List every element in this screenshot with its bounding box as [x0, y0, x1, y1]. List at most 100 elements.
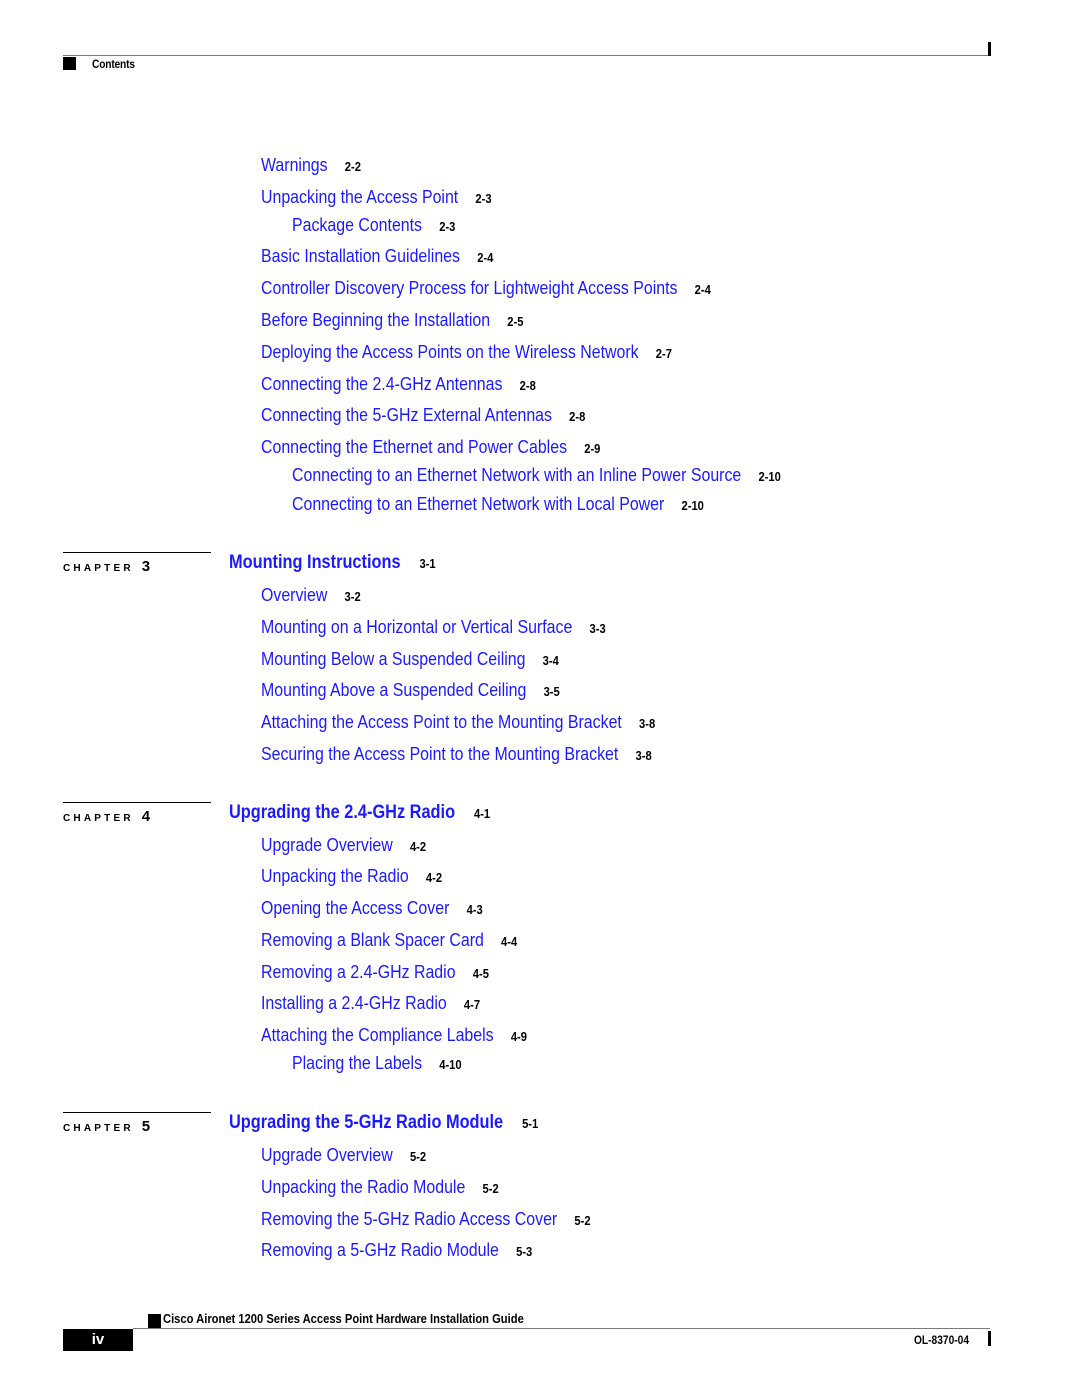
toc-entry-title[interactable]: Connecting the 5-GHz External Antennas: [261, 404, 552, 425]
toc-entry-title[interactable]: Mounting on a Horizontal or Vertical Sur…: [261, 616, 572, 637]
chapter-rule: [63, 1112, 211, 1113]
toc-chapter-title-text[interactable]: Upgrading the 2.4-GHz Radio: [229, 802, 455, 823]
toc-entry[interactable]: Removing a Blank Spacer Card 4-4: [261, 929, 517, 953]
toc-entry[interactable]: Securing the Access Point to the Mountin…: [261, 743, 652, 767]
toc-entry-title[interactable]: Removing a Blank Spacer Card: [261, 929, 484, 950]
toc-entry[interactable]: Unpacking the Radio 4-2: [261, 865, 442, 889]
footer-page-number: iv: [63, 1329, 133, 1351]
toc-page-number: 4-4: [501, 934, 518, 949]
chapter-word: CHAPTER: [63, 813, 140, 824]
toc-entry[interactable]: Removing the 5-GHz Radio Access Cover 5-2: [261, 1208, 591, 1232]
toc-entry-title[interactable]: Connecting to an Ethernet Network with a…: [292, 464, 741, 485]
toc-entry-title[interactable]: Removing a 2.4-GHz Radio: [261, 961, 456, 982]
toc-entry[interactable]: Connecting the 2.4-GHz Antennas 2-8: [261, 373, 536, 397]
toc-entry[interactable]: Controller Discovery Process for Lightwe…: [261, 277, 711, 301]
toc-entry[interactable]: Mounting Above a Suspended Ceiling 3-5: [261, 679, 560, 703]
toc-entry[interactable]: Upgrade Overview 5-2: [261, 1144, 426, 1168]
toc-chapter-title-text[interactable]: Upgrading the 5-GHz Radio Module: [229, 1112, 503, 1133]
chapter-rule: [63, 802, 211, 803]
toc-entry[interactable]: Mounting Below a Suspended Ceiling 3-4: [261, 648, 559, 672]
toc-entry-title[interactable]: Deploying the Access Points on the Wirel…: [261, 341, 639, 362]
toc-entry-title[interactable]: Upgrade Overview: [261, 834, 393, 855]
toc-entry-title[interactable]: Unpacking the Radio: [261, 865, 409, 886]
toc-page-number: 4-2: [425, 870, 443, 885]
toc-entry-title[interactable]: Removing the 5-GHz Radio Access Cover: [261, 1208, 557, 1229]
toc-entry[interactable]: Connecting the 5-GHz External Antennas 2-…: [261, 404, 585, 428]
toc-entry[interactable]: Mounting on a Horizontal or Vertical Sur…: [261, 616, 606, 640]
toc-page-number: 2-10: [758, 469, 781, 484]
toc-entry[interactable]: Basic Installation Guidelines 2-4: [261, 245, 493, 269]
toc-page-number: 2-2: [344, 159, 361, 174]
toc-page-number: 3-8: [639, 716, 656, 732]
toc-page-number: 3-8: [635, 748, 652, 763]
toc-entry[interactable]: Warnings 2-2: [261, 154, 361, 178]
toc-entry-title[interactable]: Opening the Access Cover: [261, 897, 449, 918]
toc-entry-title[interactable]: Overview: [261, 584, 327, 605]
toc-entry-title[interactable]: Basic Installation Guidelines: [261, 245, 460, 266]
toc-entry[interactable]: Overview 3-2: [261, 584, 361, 608]
toc-entry-title[interactable]: Installing a 2.4-GHz Radio: [261, 992, 447, 1013]
toc-entry[interactable]: Connecting to an Ethernet Network with a…: [292, 464, 781, 488]
footer-rule: [133, 1328, 990, 1329]
toc-entry[interactable]: Connecting the Ethernet and Power Cables…: [261, 436, 600, 460]
toc-chapter-title[interactable]: Mounting Instructions 3-1: [229, 552, 436, 575]
toc-entry-title[interactable]: Connecting the 2.4-GHz Antennas: [261, 373, 502, 394]
chapter-word: CHAPTER: [63, 563, 140, 574]
toc-entry-title[interactable]: Upgrade Overview: [261, 1144, 393, 1165]
toc-entry[interactable]: Opening the Access Cover 4-3: [261, 897, 483, 921]
toc-entry[interactable]: Before Beginning the Installation 2-5: [261, 309, 523, 333]
toc-entry-title[interactable]: Attaching the Compliance Labels: [261, 1024, 494, 1045]
toc-page-number: 4-3: [466, 902, 483, 917]
toc-page-number: 2-10: [681, 498, 704, 513]
toc-page-number: 5-3: [516, 1244, 533, 1260]
toc-entry-title[interactable]: Controller Discovery Process for Lightwe…: [261, 277, 677, 298]
toc-page-number: 3-5: [543, 684, 560, 700]
toc-entry[interactable]: Removing a 2.4-GHz Radio 4-5: [261, 961, 489, 985]
toc-page-number: 2-3: [439, 219, 456, 234]
toc-page-number: 2-4: [477, 250, 494, 265]
toc-entry-title[interactable]: Placing the Labels: [292, 1052, 422, 1073]
toc-page-number: 2-5: [507, 314, 524, 329]
footer-corner-mark: [988, 1331, 991, 1346]
toc-entry-title[interactable]: Attaching the Access Point to the Mounti…: [261, 711, 622, 732]
toc-entry-title[interactable]: Package Contents: [292, 214, 422, 235]
toc-page-number: 4-10: [439, 1057, 462, 1072]
toc-chapter-title[interactable]: Upgrading the 2.4-GHz Radio 4-1: [229, 802, 490, 825]
toc-entry-title[interactable]: Before Beginning the Installation: [261, 309, 490, 330]
toc-chapter-title[interactable]: Upgrading the 5-GHz Radio Module 5-1: [229, 1112, 538, 1135]
toc-page-number: 5-2: [409, 1149, 427, 1164]
toc-entry-title[interactable]: Removing a 5-GHz Radio Module: [261, 1239, 499, 1260]
toc-entry-title[interactable]: Mounting Above a Suspended Ceiling: [261, 679, 526, 700]
toc-entry-title[interactable]: Securing the Access Point to the Mountin…: [261, 743, 618, 764]
toc-page-number: 3-1: [419, 556, 436, 571]
toc-entry[interactable]: Connecting to an Ethernet Network with L…: [292, 493, 704, 517]
toc-entry[interactable]: Unpacking the Access Point 2-3: [261, 186, 492, 210]
toc-entry-title[interactable]: Unpacking the Access Point: [261, 186, 458, 207]
toc-entry-title[interactable]: Connecting to an Ethernet Network with L…: [292, 493, 664, 514]
toc-entry[interactable]: Installing a 2.4-GHz Radio 4-7: [261, 992, 480, 1016]
footer-doc-number: OL-8370-04: [914, 1333, 969, 1347]
toc-entry-title[interactable]: Mounting Below a Suspended Ceiling: [261, 648, 525, 669]
toc-page-number: 4-5: [472, 966, 489, 981]
running-header: Contents: [92, 57, 135, 71]
toc-chapter-title-text[interactable]: Mounting Instructions: [229, 552, 401, 573]
toc-entry-title[interactable]: Connecting the Ethernet and Power Cables: [261, 436, 567, 457]
toc-entry[interactable]: Deploying the Access Points on the Wirel…: [261, 341, 672, 365]
toc-entry-title[interactable]: Warnings: [261, 154, 328, 175]
toc-entry[interactable]: Removing a 5-GHz Radio Module 5-3: [261, 1239, 532, 1263]
toc-entry[interactable]: Package Contents 2-3: [292, 214, 455, 238]
header-marker-square: [63, 57, 76, 70]
toc-page-number: 3-3: [589, 620, 606, 636]
toc-entry[interactable]: Attaching the Access Point to the Mounti…: [261, 711, 655, 735]
toc-page-number: 4-9: [510, 1029, 527, 1044]
toc-page-number: 3-4: [542, 652, 559, 668]
footer-marker-square: [148, 1314, 161, 1328]
toc-entry[interactable]: Placing the Labels 4-10: [292, 1052, 462, 1076]
toc-page-number: 5-2: [574, 1212, 591, 1228]
toc-entry-title[interactable]: Unpacking the Radio Module: [261, 1176, 465, 1197]
toc-entry[interactable]: Unpacking the Radio Module 5-2: [261, 1176, 499, 1200]
toc-entry[interactable]: Upgrade Overview 4-2: [261, 834, 426, 858]
toc-entry[interactable]: Attaching the Compliance Labels 4-9: [261, 1024, 527, 1048]
toc-page-number: 2-9: [584, 441, 601, 456]
footer-book-title: Cisco Aironet 1200 Series Access Point H…: [163, 1311, 524, 1326]
